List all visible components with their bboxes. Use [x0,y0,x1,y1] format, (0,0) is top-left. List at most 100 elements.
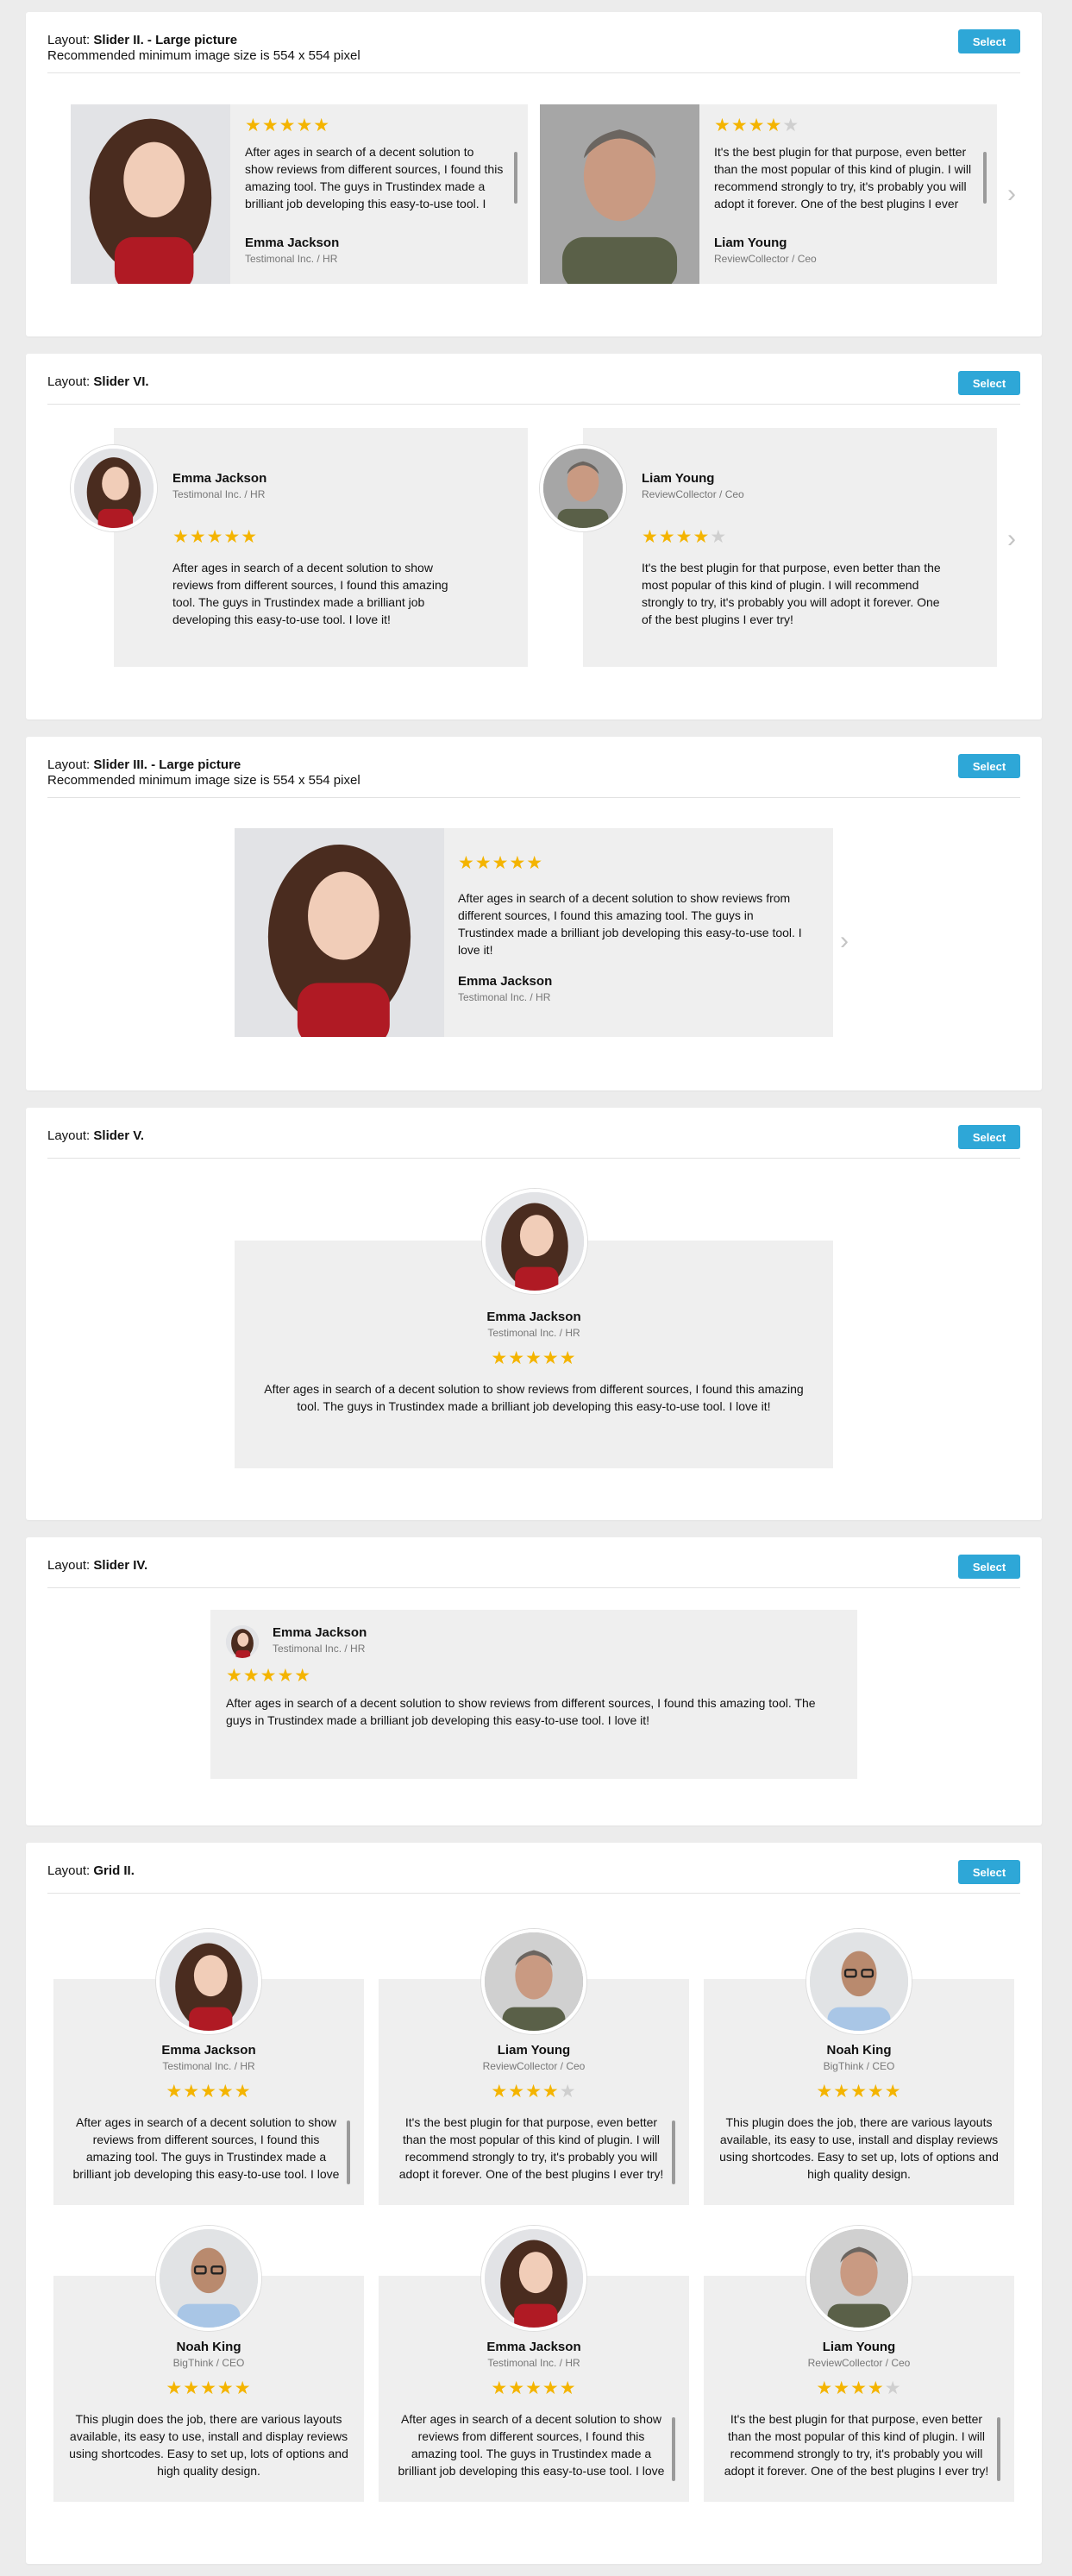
star-icon: ★★★★★ [491,2378,577,2398]
reviewer-name: Emma Jackson [161,2043,256,2058]
review-text: After ages in search of a decent solutio… [72,2115,340,2181]
star-empty-icon: ★ [559,2082,577,2102]
star-empty-icon: ★ [884,2378,902,2398]
scrollbar[interactable] [672,2417,675,2481]
layout-title: Layout: Slider V. [47,1128,145,1143]
review-text: This plugin does the job, there are vari… [719,2115,999,2181]
reviewer-company: Testimonal Inc. / HR [487,2357,580,2369]
reviewer-name: Emma Jackson [486,2340,581,2354]
layout-title: Layout: Grid II. [47,1863,135,1878]
star-icon: ★★★★★ [491,1348,577,1368]
reviewer-company: BigThink / CEO [823,2060,895,2072]
star-icon: ★★★★★ [166,2378,252,2398]
select-button[interactable]: Select [958,754,1020,778]
review-card: ★★★★★ After ages in search of a decent s… [235,828,833,1037]
star-icon: ★★★★★ [166,2082,252,2102]
reviewer-name: Noah King [176,2340,241,2354]
divider [47,1893,1020,1894]
reviewer-company: Testimonal Inc. / HR [172,488,266,500]
review-text: It's the best plugin for that purpose, e… [642,561,941,626]
reviewer-photo [540,104,699,284]
review-text: This plugin does the job, there are vari… [69,2412,348,2478]
reviewer-avatar [540,445,626,531]
select-button[interactable]: Select [958,1125,1020,1149]
rating-stars: ★★★★★ [235,1349,833,1368]
chevron-right-icon[interactable]: › [1007,181,1016,207]
select-button[interactable]: Select [958,1860,1020,1884]
star-icon: ★★★★★ [458,853,544,873]
reviewer-name: Emma Jackson [458,974,553,989]
rating-stars: ★★★★★ [226,1667,311,1686]
reviewer-company: ReviewCollector / Ceo [714,253,817,265]
reviewer-avatar [806,1929,912,2034]
reviewer-company: ReviewCollector / Ceo [482,2060,586,2072]
scrollbar[interactable] [672,2120,675,2184]
reviewer-avatar [482,1189,587,1294]
rating-stars: ★★★★★ [704,2379,1014,2398]
scrollbar[interactable] [997,2417,1000,2481]
select-button[interactable]: Select [958,1555,1020,1579]
star-icon: ★★★★★ [172,527,259,547]
select-button[interactable]: Select [958,29,1020,53]
rating-stars: ★★★★★ [714,116,799,135]
reviewer-avatar [156,2226,261,2331]
rating-stars: ★★★★★ [704,2083,1014,2102]
star-icon: ★★★★ [642,527,711,547]
layout-title: Layout: Slider IV. [47,1558,148,1573]
review-text: After ages in search of a decent solutio… [264,1382,804,1413]
reviewer-name: Emma Jackson [245,236,340,250]
review-card: ★★★★★ After ages in search of a decent s… [71,104,528,284]
rating-stars: ★★★★★ [172,528,258,547]
star-empty-icon: ★ [782,116,800,135]
reviewer-name: Noah King [826,2043,892,2058]
rating-stars: ★★★★★ [458,854,543,873]
rating-stars: ★★★★★ [245,116,330,135]
reviewer-name: Emma Jackson [172,471,267,486]
star-icon: ★★★★★ [816,2082,902,2102]
layout-panel-slider-3: Layout: Slider III. - Large picture Reco… [26,737,1042,1090]
review-card: ★★★★★ It's the best plugin for that purp… [540,104,997,284]
min-size-note: Recommended minimum image size is 554 x … [47,773,360,788]
layout-title: Layout: Slider VI. [47,374,149,389]
scrollbar[interactable] [347,2120,350,2184]
reviewer-avatar [806,2226,912,2331]
reviewer-name: Liam Young [497,2043,571,2058]
rating-stars: ★★★★★ [642,528,727,547]
rating-stars: ★★★★★ [53,2379,364,2398]
review-card: Liam Young ReviewCollector / Ceo ★★★★★ I… [583,428,997,667]
reviewer-company: ReviewCollector / Ceo [642,488,744,500]
layout-panel-grid-2: Layout: Grid II. Select Emma Jackson Tes… [26,1843,1042,2564]
layout-title: Layout: Slider II. - Large picture [47,33,238,47]
chevron-right-icon[interactable]: › [840,928,849,954]
rating-stars: ★★★★★ [53,2083,364,2102]
divider [47,1158,1020,1159]
reviewer-photo [71,104,230,284]
rating-stars: ★★★★★ [379,2083,689,2102]
reviewer-name: Liam Young [642,471,715,486]
divider [47,1587,1020,1588]
rating-stars: ★★★★★ [379,2379,689,2398]
star-icon: ★★★★★ [226,1666,312,1686]
star-icon: ★★★★ [714,116,783,135]
divider [47,404,1020,405]
reviewer-company: Testimonal Inc. / HR [487,1327,580,1339]
star-empty-icon: ★ [710,527,728,547]
select-button[interactable]: Select [958,371,1020,395]
scrollbar[interactable] [514,152,517,204]
reviewer-company: Testimonal Inc. / HR [273,1643,366,1655]
review-text: It's the best plugin for that purpose, e… [714,145,972,210]
reviewer-avatar [226,1625,259,1658]
layout-panel-slider-2: Layout: Slider II. - Large picture Recom… [26,12,1042,336]
chevron-right-icon[interactable]: › [1007,526,1016,552]
star-icon: ★★★★ [816,2378,885,2398]
scrollbar[interactable] [983,152,987,204]
star-icon: ★★★★ [491,2082,560,2102]
reviewer-name: Emma Jackson [273,1625,367,1640]
review-text: After ages in search of a decent solutio… [245,145,504,210]
divider [47,797,1020,798]
review-text: It's the best plugin for that purpose, e… [724,2412,989,2478]
layout-title: Layout: Slider III. - Large picture [47,757,241,772]
reviewer-company: Testimonal Inc. / HR [245,253,338,265]
review-text: After ages in search of a decent solutio… [226,1696,816,1727]
reviewer-avatar [481,2226,586,2331]
